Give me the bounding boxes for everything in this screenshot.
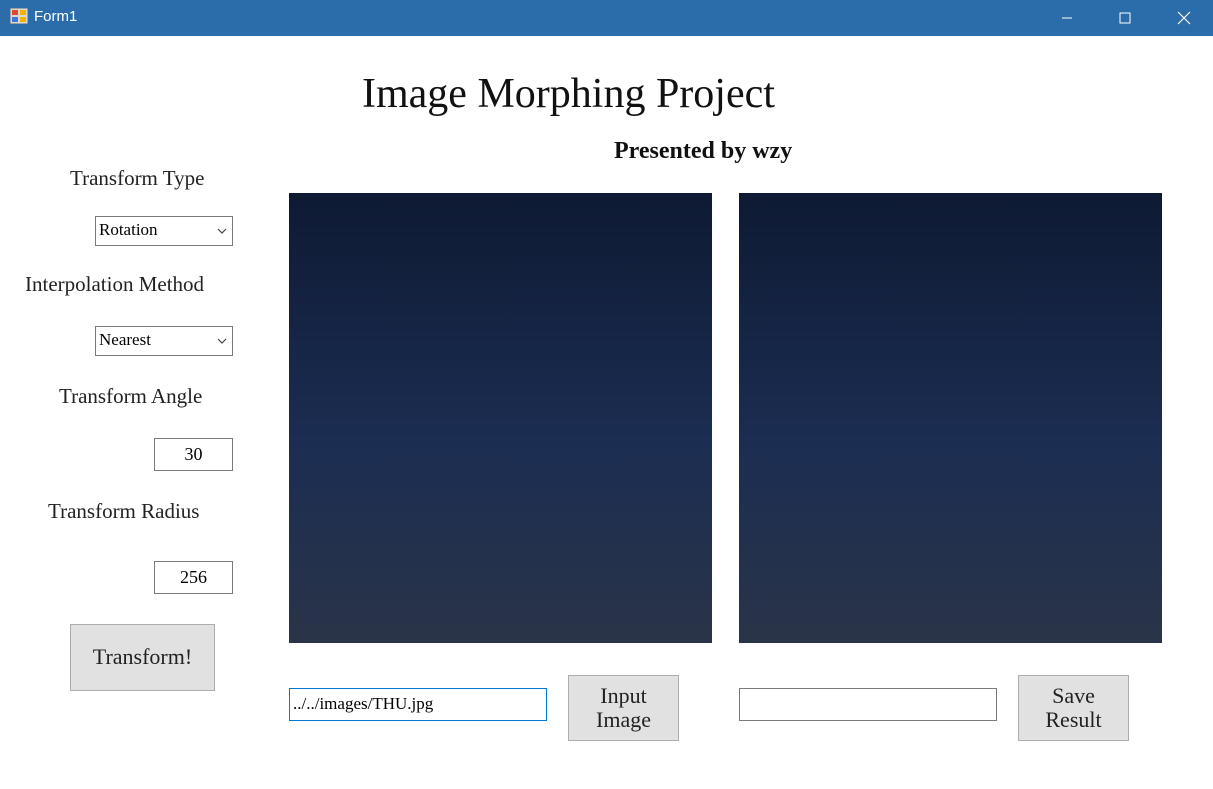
output-image-picture <box>739 193 1162 643</box>
close-icon <box>1177 11 1191 25</box>
transform-angle-label: Transform Angle <box>59 384 203 408</box>
maximize-icon <box>1119 12 1131 24</box>
transform-angle-input[interactable]: 30 <box>154 438 233 471</box>
input-image-picture <box>289 193 712 643</box>
maximize-button[interactable] <box>1096 0 1154 36</box>
title-bar: Form1 <box>0 0 1213 36</box>
chevron-down-icon <box>217 338 227 344</box>
minimize-icon <box>1062 17 1072 19</box>
save-result-button[interactable]: Save Result <box>1018 675 1129 741</box>
window-title: Form1 <box>34 8 78 25</box>
output-path-field[interactable] <box>739 688 997 721</box>
input-image <box>289 193 712 643</box>
page-subtitle: Presented by wzy <box>614 138 793 164</box>
output-image <box>739 193 1162 643</box>
minimize-button[interactable] <box>1038 0 1096 36</box>
transform-radius-label: Transform Radius <box>48 499 200 523</box>
transform-type-select[interactable]: Rotation <box>95 216 233 246</box>
interpolation-method-select[interactable]: Nearest <box>95 326 233 356</box>
close-button[interactable] <box>1155 0 1213 36</box>
transform-button[interactable]: Transform! <box>70 624 215 691</box>
chevron-down-icon <box>217 228 227 234</box>
input-path-field[interactable]: ../../images/THU.jpg <box>289 688 547 721</box>
transform-type-value: Rotation <box>99 220 158 239</box>
transform-radius-input[interactable]: 256 <box>154 561 233 594</box>
interpolation-method-label: Interpolation Method <box>25 272 205 296</box>
app-icon <box>10 8 28 24</box>
input-image-button[interactable]: Input Image <box>568 675 679 741</box>
transform-type-label: Transform Type <box>70 166 205 190</box>
interpolation-method-value: Nearest <box>99 330 151 349</box>
page-title: Image Morphing Project <box>362 71 775 117</box>
